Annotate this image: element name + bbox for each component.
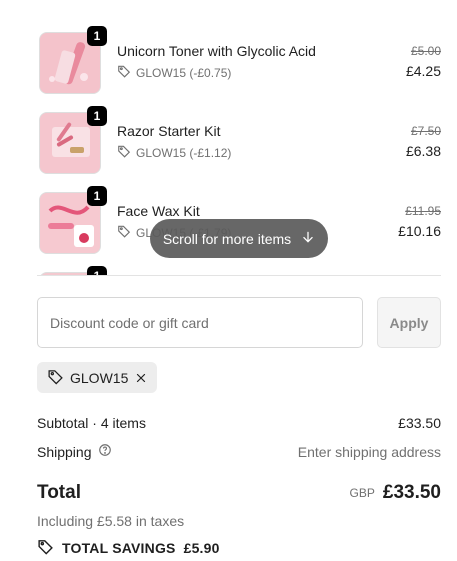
savings-value: £5.90 bbox=[183, 540, 220, 556]
applied-code-label: GLOW15 bbox=[70, 369, 129, 386]
subtotal-label: Subtotal · 4 items bbox=[37, 415, 146, 431]
product-name: Face Wax Kit bbox=[117, 203, 200, 219]
taxes-note: Including £5.58 in taxes bbox=[37, 513, 185, 529]
discount-code-text: GLOW15 (-£1.12) bbox=[136, 145, 232, 160]
cart-item: 1 Unicorn Toner with Glycolic Acid GLOW1… bbox=[37, 26, 441, 96]
subtotal-row: Subtotal · 4 items £33.50 bbox=[37, 415, 441, 431]
original-price: £7.50 bbox=[410, 124, 441, 138]
scroll-hint-label: Scroll for more items bbox=[162, 230, 292, 247]
quantity-badge: 1 bbox=[87, 266, 107, 275]
discounted-price: £4.25 bbox=[405, 63, 441, 79]
line-discount: GLOW15 (-£0.75) bbox=[117, 64, 231, 81]
total-amount-group: GBP £33.50 bbox=[350, 482, 441, 504]
discounted-price: £6.38 bbox=[405, 143, 441, 159]
discount-code-input[interactable] bbox=[37, 297, 363, 348]
line-discount: GLOW15 (-£1.12) bbox=[117, 144, 231, 161]
currency-code: GBP bbox=[349, 486, 375, 500]
total-savings: TOTAL SAVINGS £5.90 bbox=[37, 538, 220, 558]
original-price: £11.95 bbox=[405, 204, 441, 218]
shipping-label-group: Shipping bbox=[37, 443, 112, 460]
product-name: Razor Starter Kit bbox=[117, 123, 221, 139]
discounted-price: £10.16 bbox=[398, 223, 441, 239]
tag-icon bbox=[47, 368, 64, 388]
total-label: Total bbox=[37, 482, 81, 503]
subtotal-value: £33.50 bbox=[398, 415, 441, 431]
cart-item: 1 bbox=[37, 266, 441, 275]
total-value: £33.50 bbox=[382, 482, 441, 503]
quantity-badge: 1 bbox=[87, 26, 107, 46]
savings-tag-icon bbox=[37, 538, 54, 558]
discount-code-text: GLOW15 (-£0.75) bbox=[136, 65, 232, 80]
quantity-badge: 1 bbox=[87, 186, 107, 206]
cart-item: 1 Razor Starter Kit GLOW15 (-£1.12) £7.5… bbox=[37, 106, 441, 176]
applied-discount-chip: GLOW15 bbox=[37, 362, 157, 393]
scroll-for-more-button[interactable]: Scroll for more items bbox=[150, 219, 328, 258]
tag-icon bbox=[117, 224, 131, 241]
tag-icon bbox=[117, 144, 131, 161]
quantity-badge: 1 bbox=[87, 106, 107, 126]
savings-label: TOTAL SAVINGS bbox=[62, 540, 176, 556]
total-row: Total GBP £33.50 bbox=[37, 482, 441, 504]
shipping-row: Shipping Enter shipping address bbox=[37, 443, 441, 460]
tag-icon bbox=[117, 64, 131, 81]
shipping-value: Enter shipping address bbox=[297, 443, 441, 460]
help-circle-icon[interactable] bbox=[98, 443, 112, 460]
original-price: £5.00 bbox=[410, 44, 441, 58]
close-icon[interactable] bbox=[135, 372, 147, 384]
shipping-label: Shipping bbox=[37, 443, 92, 460]
product-name: Unicorn Toner with Glycolic Acid bbox=[117, 43, 316, 59]
apply-discount-button[interactable]: Apply bbox=[377, 297, 441, 348]
arrow-down-icon bbox=[301, 230, 315, 247]
